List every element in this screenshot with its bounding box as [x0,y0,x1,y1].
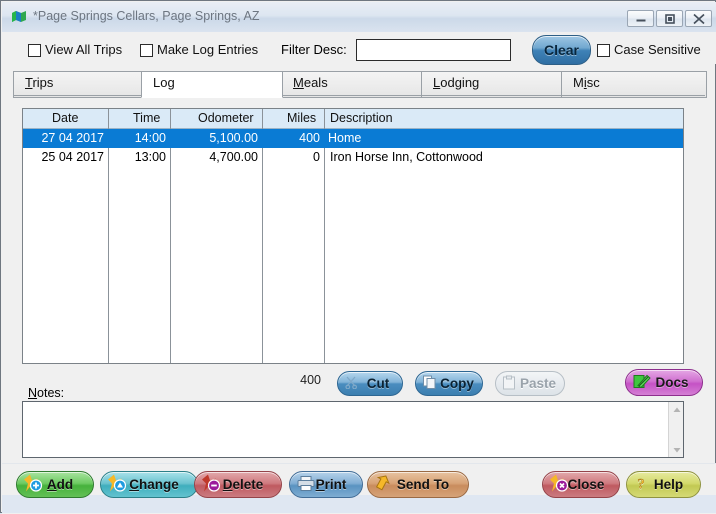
tab-meals[interactable]: Meals [281,71,423,98]
table-row[interactable]: 25 04 2017 13:00 4,700.00 0 Iron Horse I… [23,148,683,167]
close-button[interactable] [685,10,712,27]
scroll-down-icon[interactable] [669,442,684,457]
help-button[interactable]: ? Help [626,471,701,498]
cell-date: 25 04 2017 [41,150,104,164]
scroll-up-icon[interactable] [669,402,684,417]
paste-button[interactable]: Paste [495,371,565,396]
send-to-button-label: Send To [396,477,450,492]
print-button[interactable]: Print [289,471,363,498]
docs-button-label: Docs [655,375,689,390]
application-window: *Page Springs Cellars, Page Springs, AZ … [0,0,716,514]
column-header-time[interactable]: Time [133,111,160,125]
close-button-label: Close [567,477,605,492]
change-button-label: Change [129,477,179,492]
cell-time: 13:00 [134,150,166,164]
cell-miles: 400 [299,131,320,145]
print-button-label: Print [315,477,347,492]
delete-button[interactable]: Delete [194,471,282,498]
help-button-label: Help [653,477,684,492]
maximize-button[interactable] [656,10,683,27]
table-row[interactable]: 27 04 2017 14:00 5,100.00 400 Home [23,129,683,148]
column-header-description[interactable]: Description [330,111,393,125]
column-header-date[interactable]: Date [52,111,78,125]
tab-misc-label: Misc [573,75,600,90]
add-button-label: Add [46,477,74,492]
tab-log[interactable]: Log [141,71,283,98]
view-all-trips-checkbox[interactable] [28,44,41,57]
cut-button[interactable]: Cut [337,371,403,396]
total-miles-value: 400 [300,373,321,387]
cell-description: Iron Horse Inn, Cottonwood [330,150,483,164]
make-log-entries-checkbox[interactable] [140,44,153,57]
make-log-entries-label: Make Log Entries [157,42,259,57]
clear-button-label: Clear [543,42,580,58]
change-button[interactable]: Change [100,471,198,498]
notes-scrollbar[interactable] [668,402,683,457]
column-header-miles[interactable]: Miles [287,111,316,125]
tab-trips[interactable]: Trips [13,71,143,98]
cut-button-label: Cut [366,376,390,391]
notes-label: Notes: [28,386,65,400]
window-title: *Page Springs Cellars, Page Springs, AZ [33,9,260,23]
send-to-button[interactable]: Send To [367,471,469,498]
grid-header-row: Date Time Odometer Miles Description [23,109,683,129]
notes-textarea[interactable] [22,401,684,458]
cell-description: Home [328,131,362,145]
filter-desc-input[interactable] [356,39,511,61]
tab-trips-label: Trips [25,75,54,90]
tab-misc[interactable]: Misc [561,71,707,98]
case-sensitive-label: Case Sensitive [614,42,701,57]
clear-button[interactable]: Clear [532,35,591,65]
cell-time: 14:00 [134,131,166,145]
minimize-button[interactable] [627,10,654,27]
tab-underline [13,95,705,96]
copy-button-label: Copy [440,376,474,391]
filter-desc-label: Filter Desc: [281,42,347,57]
case-sensitive-checkbox[interactable] [597,44,610,57]
view-all-trips-label: View All Trips [45,42,123,57]
tab-meals-label: Meals [293,75,328,90]
cell-odometer: 5,100.00 [209,131,258,145]
cell-miles: 0 [313,150,320,164]
tab-log-label: Log [153,75,175,90]
log-entries-grid[interactable]: Date Time Odometer Miles Description 27 … [22,108,684,364]
column-header-odometer[interactable]: Odometer [198,111,254,125]
close-window-button[interactable]: Close [542,471,620,498]
tab-lodging-label: Lodging [433,75,480,90]
title-bar: *Page Springs Cellars, Page Springs, AZ [2,2,716,33]
tab-bar: Trips Log Meals Lodging Misc [13,71,707,98]
docs-button[interactable]: Docs [625,369,703,396]
cell-date: 27 04 2017 [41,131,104,145]
paste-button-label: Paste [519,376,557,391]
map-app-icon [11,10,27,23]
copy-button[interactable]: Copy [415,371,483,396]
add-button[interactable]: Add [16,471,94,498]
cell-odometer: 4,700.00 [209,150,258,164]
delete-button-label: Delete [222,477,264,492]
tab-lodging[interactable]: Lodging [421,71,563,98]
